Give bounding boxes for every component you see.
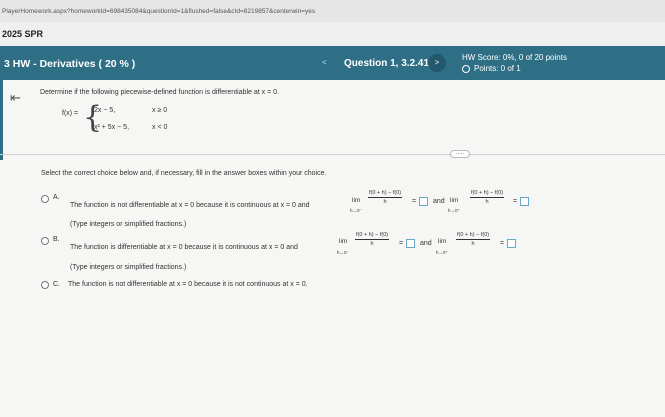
difference-quotient: f(0 + h) − f(0) h xyxy=(368,190,403,205)
points-text: Points: 0 of 1 xyxy=(474,64,521,73)
previous-question-button[interactable]: < xyxy=(322,58,327,67)
choice-b-text: The function is differentiable at x = 0 … xyxy=(70,244,298,251)
case-2-expression: x² + 5x − 5, xyxy=(94,124,130,131)
equals-sign: = xyxy=(500,240,505,247)
course-term: 2025 SPR xyxy=(0,22,665,46)
back-arrow-icon[interactable]: ⇤ xyxy=(10,90,21,106)
fraction-denominator: h xyxy=(485,199,489,205)
and-text: and xyxy=(420,240,432,247)
case-2-condition: x < 0 xyxy=(152,124,168,131)
fraction-numerator: f(0 + h) − f(0) xyxy=(470,190,505,198)
equals-sign: = xyxy=(412,198,417,205)
choice-a-letter: A. xyxy=(53,194,60,201)
choice-b-hint: (Type integers or simplified fractions.) xyxy=(70,264,187,271)
answer-box-a-left[interactable] xyxy=(419,197,428,206)
choice-a-hint: (Type integers or simplified fractions.) xyxy=(70,221,187,228)
fraction-denominator: h xyxy=(471,241,475,247)
instructions: Select the correct choice below and, if … xyxy=(41,170,327,177)
fraction-denominator: h xyxy=(383,199,387,205)
homework-title: 3 HW - Derivatives ( 20 % ) xyxy=(4,58,136,70)
section-divider xyxy=(0,154,665,155)
answer-box-a-right[interactable] xyxy=(520,197,529,206)
limit-subscript: h→0⁻ xyxy=(350,208,362,213)
points-circle-icon xyxy=(462,64,470,73)
choice-a-radio[interactable] xyxy=(41,195,49,203)
and-text: and xyxy=(433,198,445,205)
homework-header: 3 HW - Derivatives ( 20 % ) < Question 1… xyxy=(0,46,665,80)
difference-quotient: f(0 + h) − f(0) h xyxy=(456,232,491,247)
accent-stripe xyxy=(0,80,3,160)
fraction-denominator: h xyxy=(370,241,374,247)
choice-a-text: The function is not differentiable at x … xyxy=(70,202,310,209)
next-question-button[interactable]: > xyxy=(428,54,446,72)
answer-box-b-left[interactable] xyxy=(406,239,415,248)
function-label: f(x) = xyxy=(62,110,79,117)
case-1-condition: x ≥ 0 xyxy=(152,107,168,114)
points-row: Points: 0 of 1 xyxy=(462,64,521,73)
choice-b-letter: B. xyxy=(53,236,60,243)
case-1-expression: 2x − 5, xyxy=(94,107,116,114)
limit-label: lim xyxy=(450,197,459,204)
browser-url: PlayerHomework.aspx?homeworkId=698435084… xyxy=(0,0,665,22)
choice-b-radio[interactable] xyxy=(41,237,49,245)
difference-quotient: f(0 + h) − f(0) h xyxy=(470,190,505,205)
equals-sign: = xyxy=(399,240,404,247)
choice-c-letter: C. xyxy=(53,281,60,288)
fraction-numerator: f(0 + h) − f(0) xyxy=(355,232,390,240)
expand-button[interactable]: ..... xyxy=(450,150,470,158)
choice-c-radio[interactable] xyxy=(41,281,49,289)
limit-subscript: h→0⁺ xyxy=(448,208,460,213)
equals-sign: = xyxy=(513,198,518,205)
problem-prompt: Determine if the following piecewise-def… xyxy=(40,89,279,96)
limit-subscript: h→0⁺ xyxy=(436,250,448,255)
fraction-numerator: f(0 + h) − f(0) xyxy=(456,232,491,240)
fraction-numerator: f(0 + h) − f(0) xyxy=(368,190,403,198)
limit-label: lim xyxy=(352,197,361,204)
choice-c-text: The function is not differentiable at x … xyxy=(68,281,308,288)
limit-label: lim xyxy=(438,238,447,245)
limit-subscript: h→0⁻ xyxy=(337,250,349,255)
difference-quotient: f(0 + h) − f(0) h xyxy=(355,232,390,247)
hw-score: HW Score: 0%, 0 of 20 points xyxy=(462,53,567,62)
answer-box-b-right[interactable] xyxy=(507,239,516,248)
question-label: Question 1, 3.2.41 xyxy=(344,58,430,69)
limit-label: lim xyxy=(339,238,348,245)
